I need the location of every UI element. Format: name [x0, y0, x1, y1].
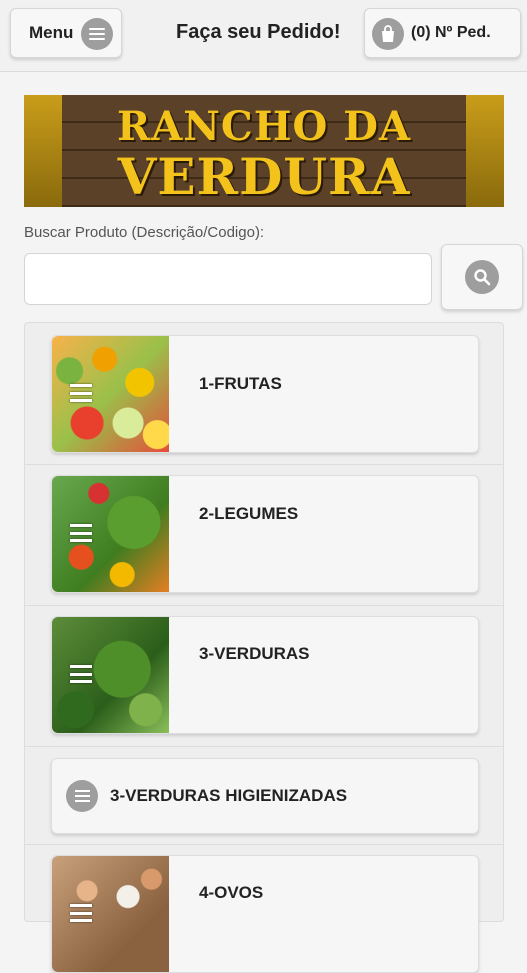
category-card-ovos[interactable]: 4-OVOS — [51, 855, 479, 973]
list-icon — [66, 780, 98, 812]
search-button[interactable] — [441, 244, 523, 310]
category-label: 3-VERDURAS HIGIENIZADAS — [110, 786, 348, 805]
list-icon — [70, 665, 92, 683]
list-icon — [70, 384, 92, 402]
list-item: 2-LEGUMES — [25, 465, 503, 606]
list-icon — [70, 524, 92, 542]
category-label: 2-LEGUMES — [199, 504, 299, 523]
category-label: 1-FRUTAS — [199, 374, 282, 393]
page-title: Faça seu Pedido! — [176, 21, 341, 43]
list-item: 3-VERDURAS — [25, 606, 503, 747]
search-icon — [465, 260, 499, 294]
category-card-verduras[interactable]: 3-VERDURAS — [51, 616, 479, 734]
shopping-bag-icon — [372, 18, 404, 50]
banner-line-1: RANCHO DA — [117, 103, 411, 150]
category-image-ovos — [52, 856, 169, 972]
list-item: 4-OVOS — [25, 845, 503, 973]
top-header: Menu Faça seu Pedido! (0) Nº Ped. — [0, 0, 527, 72]
category-label: 4-OVOS — [199, 883, 264, 902]
category-image-legumes — [52, 476, 169, 592]
category-image-frutas — [52, 336, 169, 452]
category-card-verduras-higienizadas[interactable]: 3-VERDURAS HIGIENIZADAS — [51, 758, 479, 834]
category-card-frutas[interactable]: 1-FRUTAS — [51, 335, 479, 453]
category-image-verduras — [52, 617, 169, 733]
list-item: 3-VERDURAS HIGIENIZADAS — [25, 747, 503, 845]
category-card-legumes[interactable]: 2-LEGUMES — [51, 475, 479, 593]
category-label: 3-VERDURAS — [199, 644, 310, 663]
store-banner-logo: RANCHO DA VERDURA — [24, 95, 504, 207]
banner-line-2: VERDURA — [117, 147, 411, 206]
menu-button[interactable]: Menu — [10, 8, 122, 58]
cart-button[interactable]: (0) Nº Ped. — [364, 8, 521, 58]
list-item: 1-FRUTAS — [25, 323, 503, 465]
search-label: Buscar Produto (Descrição/Codigo): — [24, 224, 265, 241]
search-input[interactable] — [24, 253, 432, 305]
menu-label: Menu — [29, 23, 74, 42]
hamburger-icon — [81, 18, 113, 50]
list-icon — [70, 904, 92, 922]
cart-label: (0) Nº Ped. — [411, 24, 491, 41]
category-list: 1-FRUTAS 2-LEGUMES 3-VERDURAS 3-VERDURAS… — [24, 322, 504, 973]
